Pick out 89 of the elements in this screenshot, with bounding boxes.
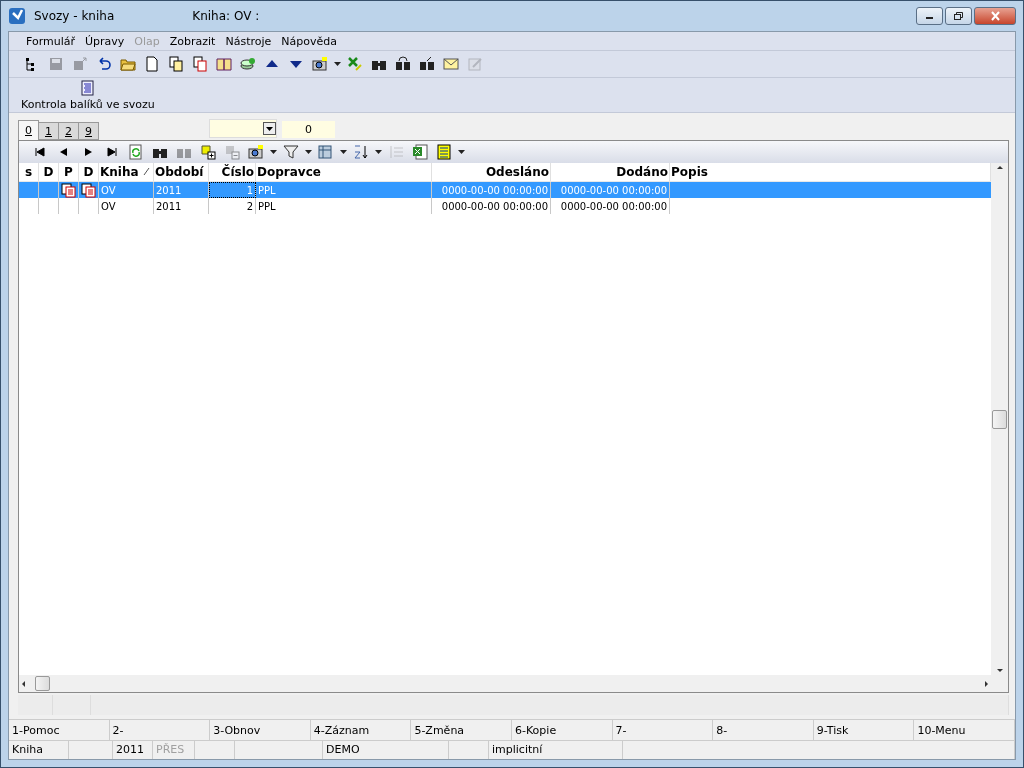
floppy-arrow-icon bbox=[72, 56, 88, 72]
pen-page-icon bbox=[467, 56, 483, 72]
column-header[interactable]: D bbox=[79, 163, 99, 181]
first-icon bbox=[32, 144, 48, 160]
table-row[interactable]: OV 2011 2 PPL 0000-00-00 00:00:00 0000-00-00 00:00:00 bbox=[19, 198, 991, 214]
scroll-thumb[interactable] bbox=[35, 676, 50, 691]
tab[interactable]: 9 bbox=[78, 122, 99, 140]
table-cell: 0000-00-00 00:00:00 bbox=[551, 198, 670, 214]
book-icon bbox=[216, 56, 232, 72]
documents-icon bbox=[81, 182, 96, 198]
table-icon bbox=[436, 144, 452, 160]
table-cell: 0000-00-00 00:00:00 bbox=[551, 182, 670, 198]
column-header[interactable]: Dodáno bbox=[551, 163, 670, 181]
tab[interactable]: 1 bbox=[38, 122, 59, 140]
list-icon bbox=[388, 144, 404, 160]
camera-icon bbox=[312, 56, 328, 72]
menu-item[interactable]: Nápověda bbox=[276, 32, 342, 50]
table-cell: 0000-00-00 00:00:00 bbox=[432, 182, 551, 198]
caret-icon bbox=[374, 148, 383, 156]
status-field: implicitní bbox=[489, 741, 623, 759]
caret-icon bbox=[457, 148, 466, 156]
excel-icon bbox=[412, 144, 428, 160]
table-cell: PPL bbox=[256, 198, 432, 214]
window-title: Svozy - kniha bbox=[34, 9, 115, 23]
caret-icon bbox=[333, 60, 342, 68]
table-cell: 0000-00-00 00:00:00 bbox=[432, 198, 551, 214]
table-cell: 1 bbox=[209, 182, 256, 198]
caret-icon bbox=[339, 148, 348, 156]
tab[interactable]: 2 bbox=[58, 122, 79, 140]
column-header[interactable]: Dopravce bbox=[256, 163, 432, 181]
window-subtitle: Kniha: OV : bbox=[192, 9, 260, 23]
count-field[interactable]: 0 bbox=[282, 121, 335, 138]
copy-icon bbox=[192, 56, 208, 72]
close-button[interactable] bbox=[974, 7, 1016, 25]
document-icon bbox=[79, 79, 96, 96]
documents-icon bbox=[61, 182, 76, 198]
restore-icon bbox=[953, 11, 964, 21]
minimize-button[interactable] bbox=[916, 7, 943, 25]
restore-button[interactable] bbox=[945, 7, 972, 25]
envelope-icon bbox=[443, 56, 459, 72]
caret-icon bbox=[304, 148, 313, 156]
table-cell: OV bbox=[99, 182, 154, 198]
spreadsheet-pen-icon bbox=[347, 56, 363, 72]
column-header[interactable]: Kniha bbox=[99, 163, 154, 181]
column-header[interactable]: s bbox=[19, 163, 39, 181]
column-header[interactable]: Odesláno bbox=[432, 163, 551, 181]
status-field: DEMO bbox=[323, 741, 449, 759]
copy-icon bbox=[168, 56, 184, 72]
horizontal-scrollbar[interactable] bbox=[19, 675, 1008, 692]
puzzle-add-icon bbox=[200, 144, 216, 160]
column-header[interactable]: Období bbox=[154, 163, 209, 181]
puzzle-remove-icon bbox=[224, 144, 240, 160]
last-icon bbox=[104, 144, 120, 160]
function-key[interactable]: 6-Kopie bbox=[512, 720, 613, 740]
status-field: PŘES bbox=[153, 741, 195, 759]
stack-icon bbox=[240, 56, 256, 72]
dropdown-icon bbox=[263, 122, 276, 135]
scroll-thumb[interactable] bbox=[992, 409, 1007, 429]
tab[interactable]: 0 bbox=[18, 120, 39, 140]
menu-item[interactable]: Nástroje bbox=[220, 32, 277, 50]
columns-icon bbox=[318, 144, 334, 160]
vertical-scrollbar[interactable] bbox=[991, 163, 1008, 675]
status-field: 2011 bbox=[113, 741, 153, 759]
folder-icon bbox=[120, 56, 136, 72]
table-cell: OV bbox=[99, 198, 154, 214]
filter-icon bbox=[283, 144, 299, 160]
table-cell: 2 bbox=[209, 198, 256, 214]
refresh-icon bbox=[128, 144, 144, 160]
status-field: Kniha bbox=[9, 741, 69, 759]
package-check-button[interactable]: Kontrola balíků ve svozu bbox=[21, 77, 155, 113]
sort-icon bbox=[353, 144, 369, 160]
table-cell: 2011 bbox=[154, 182, 209, 198]
camera-icon bbox=[248, 144, 264, 160]
table-cell: PPL bbox=[256, 182, 432, 198]
page-icon bbox=[144, 56, 160, 72]
column-header[interactable]: Číslo bbox=[209, 163, 256, 181]
filter-combo[interactable] bbox=[209, 119, 277, 138]
sort-indicator-icon bbox=[142, 167, 150, 176]
column-header[interactable]: P bbox=[59, 163, 79, 181]
undo-icon bbox=[96, 56, 112, 72]
close-icon bbox=[989, 11, 1001, 21]
column-header[interactable]: D bbox=[39, 163, 59, 181]
menu-item[interactable]: Úpravy bbox=[80, 32, 130, 50]
table-cell: 2011 bbox=[154, 198, 209, 214]
floppy-icon bbox=[48, 56, 64, 72]
caret-icon bbox=[269, 148, 278, 156]
menu-item[interactable]: Formulář bbox=[21, 32, 80, 50]
app-logo-icon bbox=[8, 7, 26, 25]
menu-item[interactable]: Zobrazit bbox=[164, 32, 221, 50]
